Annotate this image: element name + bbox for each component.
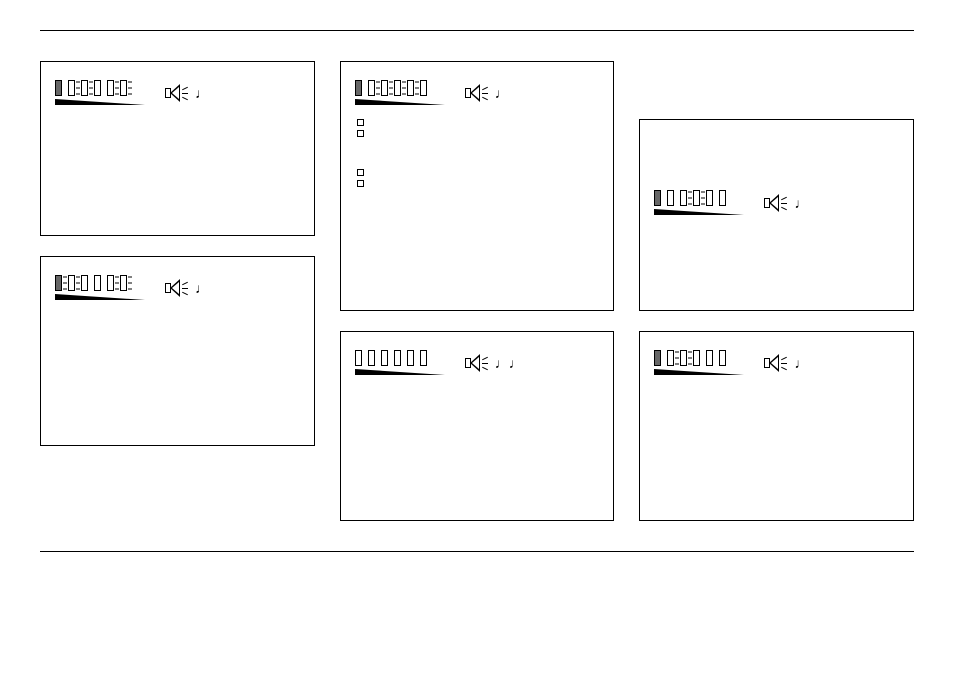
panel-5: ♩ [639, 119, 914, 311]
square-marker [357, 119, 364, 126]
panel-4: ♩♩ [340, 331, 615, 521]
indicator-bar [654, 350, 661, 366]
panel-1: ♩ [40, 61, 315, 236]
speaker-icon [465, 354, 483, 372]
indicator-bar [368, 350, 375, 366]
volume-wedge-icon [654, 209, 744, 215]
indicator-bar [394, 80, 401, 96]
indicator-bar-burst-icon [68, 275, 75, 291]
column-1: ♩ [40, 61, 315, 521]
indicators-1 [55, 80, 145, 96]
indicators-3 [355, 80, 445, 96]
square-marker [357, 169, 364, 176]
rule-top [40, 30, 914, 31]
note-icon: ♩♩ [495, 355, 523, 371]
indicator-bar [94, 275, 101, 291]
speaker-icon [764, 354, 782, 372]
indicator-bar-burst-icon [693, 190, 700, 206]
indicator-bar [420, 80, 427, 96]
indicator-bar-burst-icon [81, 80, 88, 96]
indicator-bar [381, 350, 388, 366]
indicator-bar [667, 350, 674, 366]
indicator-bar [55, 275, 62, 291]
indicator-bar [719, 350, 726, 366]
indicator-bar-burst-icon [407, 80, 414, 96]
square-marker [357, 180, 364, 187]
note-icon: ♩ [195, 280, 209, 296]
indicators-2 [55, 275, 145, 291]
indicators-6 [654, 350, 744, 366]
speaker-icon [764, 194, 782, 212]
indicator-bar [81, 275, 88, 291]
indicator-bar [94, 80, 101, 96]
indicator-bar [667, 190, 674, 206]
indicator-bar [706, 190, 713, 206]
indicator-bar [355, 80, 362, 96]
panel-2: ♩ [40, 256, 315, 446]
indicator-bar [107, 275, 114, 291]
indicator-bar [706, 350, 713, 366]
indicator-bar [68, 80, 75, 96]
indicators-5 [654, 190, 744, 206]
volume-wedge-icon [355, 369, 445, 375]
indicator-bar [368, 80, 375, 96]
rule-bottom [40, 551, 914, 552]
speaker-icon [465, 84, 483, 102]
volume-wedge-icon [654, 369, 744, 375]
indicator-bar [355, 350, 362, 366]
panel-6: ♩ [639, 331, 914, 521]
speaker-icon [165, 84, 183, 102]
volume-wedge-icon [55, 99, 145, 105]
volume-wedge-icon [55, 294, 145, 300]
indicator-bar [55, 80, 62, 96]
indicator-bar-burst-icon [680, 350, 687, 366]
indicator-bar [420, 350, 427, 366]
note-icon: ♩ [495, 85, 509, 101]
volume-wedge-icon [355, 99, 445, 105]
note-icon: ♩ [794, 195, 808, 211]
speaker-icon [165, 279, 183, 297]
panel-3: ♩ [340, 61, 615, 311]
column-2: ♩ [340, 61, 615, 521]
note-icon: ♩ [195, 85, 209, 101]
column-3: ♩ [639, 61, 914, 521]
indicators-4 [355, 350, 445, 366]
indicator-bar [654, 190, 661, 206]
indicator-bar [407, 350, 414, 366]
note-icon: ♩ [794, 355, 808, 371]
indicator-bar-burst-icon [381, 80, 388, 96]
indicator-bar [680, 190, 687, 206]
indicator-bar [394, 350, 401, 366]
indicator-bar [107, 80, 114, 96]
panel-grid: ♩ [40, 61, 914, 521]
square-marker [357, 130, 364, 137]
indicator-bar [719, 190, 726, 206]
indicator-bar [693, 350, 700, 366]
indicator-bar-burst-icon [120, 275, 127, 291]
option-squares [357, 119, 600, 187]
indicator-bar-burst-icon [120, 80, 127, 96]
